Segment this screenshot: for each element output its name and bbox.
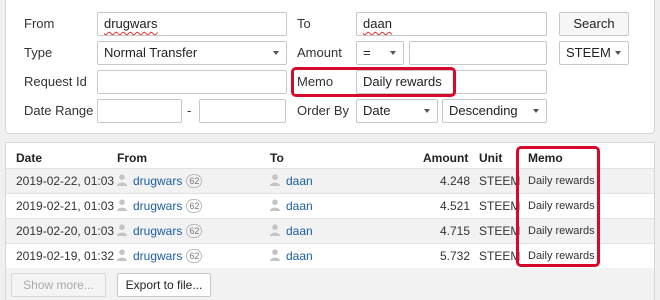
order-direction-select-value: Descending: [449, 103, 518, 118]
order-by-select[interactable]: Date: [356, 99, 438, 123]
date-cell: 2019-02-20, 01:03: [16, 224, 115, 238]
user-icon: [117, 249, 127, 261]
request-id-label: Request Id: [24, 74, 87, 89]
table-row: 2019-02-21, 01:03 drugwars 62 daan 4.521 …: [6, 193, 654, 218]
header-amount: Amount: [423, 151, 469, 165]
type-select[interactable]: Normal Transfer: [97, 41, 287, 65]
table-footer: Show more... Export to file...: [6, 268, 654, 300]
header-to: To: [270, 151, 284, 165]
type-label: Type: [24, 45, 53, 60]
from-cell: drugwars 62: [117, 223, 203, 239]
date-cell: 2019-02-19, 01:32: [16, 249, 115, 263]
user-icon: [270, 199, 280, 211]
date-range-separator: -: [187, 103, 192, 118]
amount-cell: 4.248: [439, 174, 470, 188]
to-user-link[interactable]: daan: [286, 199, 313, 213]
amount-cell: 4.715: [439, 224, 470, 238]
to-cell: daan: [270, 223, 313, 239]
table-row: 2019-02-22, 01:03 drugwars 62 daan 4.248 …: [6, 168, 654, 193]
to-cell: daan: [270, 248, 313, 264]
from-input[interactable]: drugwars: [97, 12, 287, 36]
user-icon: [117, 224, 127, 236]
user-icon: [270, 249, 280, 261]
user-icon: [117, 199, 127, 211]
filter-panel: From drugwars To daan Search Type Normal…: [5, 0, 655, 134]
amount-operator-select[interactable]: =: [356, 41, 404, 65]
amount-input[interactable]: [409, 41, 547, 65]
show-more-button[interactable]: Show more...: [11, 273, 106, 297]
type-select-value: Normal Transfer: [104, 45, 198, 60]
amount-label: Amount: [297, 45, 342, 60]
memo-cell: Daily rewards: [528, 225, 595, 237]
from-user-link[interactable]: drugwars: [133, 224, 182, 238]
unit-cell: STEEM: [479, 199, 521, 213]
reputation-badge: 62: [186, 249, 203, 263]
header-memo: Memo: [528, 151, 563, 165]
date-range-label: Date Range: [24, 103, 94, 118]
currency-select-value: STEEM: [566, 45, 611, 60]
to-input[interactable]: daan: [356, 12, 547, 36]
user-icon: [270, 224, 280, 236]
results-table: Date From To Amount Unit Memo 2019-02-22…: [5, 142, 655, 300]
unit-cell: STEEM: [479, 249, 521, 263]
from-cell: drugwars 62: [117, 198, 203, 214]
order-direction-select[interactable]: Descending: [442, 99, 547, 123]
date-cell: 2019-02-22, 01:03: [16, 174, 115, 188]
order-by-label: Order By: [297, 103, 350, 118]
to-cell: daan: [270, 198, 313, 214]
header-unit: Unit: [479, 151, 503, 165]
from-user-link[interactable]: drugwars: [133, 199, 182, 213]
from-cell: drugwars 62: [117, 248, 203, 264]
header-date: Date: [16, 151, 43, 165]
header-from: From: [117, 151, 147, 165]
reputation-badge: 62: [186, 199, 203, 213]
to-user-link[interactable]: daan: [286, 224, 313, 238]
chevron-down-icon: [533, 109, 539, 113]
memo-label: Memo: [297, 74, 334, 89]
date-cell: 2019-02-21, 01:03: [16, 199, 115, 213]
amount-operator-value: =: [363, 45, 371, 60]
date-to-input[interactable]: [199, 99, 286, 123]
search-button[interactable]: Search: [559, 12, 629, 36]
date-from-input[interactable]: [97, 99, 182, 123]
table-row: 2019-02-20, 01:03 drugwars 62 daan 4.715 …: [6, 218, 654, 243]
memo-cell: Daily rewards: [528, 175, 595, 187]
from-user-link[interactable]: drugwars: [133, 174, 182, 188]
order-by-select-value: Date: [363, 103, 391, 118]
chevron-down-icon: [273, 51, 279, 55]
memo-cell: Daily rewards: [528, 200, 595, 212]
chevron-down-icon: [390, 51, 396, 55]
chevron-down-icon: [615, 51, 621, 55]
amount-cell: 5.732: [439, 249, 470, 263]
user-icon: [117, 174, 127, 186]
request-id-input[interactable]: [97, 70, 287, 94]
amount-cell: 4.521: [439, 199, 470, 213]
to-cell: daan: [270, 173, 313, 189]
currency-select[interactable]: STEEM: [559, 41, 629, 65]
table-row: 2019-02-19, 01:32 drugwars 62 daan 5.732 …: [6, 243, 654, 268]
memo-cell: Daily rewards: [528, 250, 595, 262]
from-cell: drugwars 62: [117, 173, 203, 189]
from-label: From: [24, 16, 55, 31]
user-icon: [270, 174, 280, 186]
to-label: To: [297, 16, 311, 31]
from-user-link[interactable]: drugwars: [133, 249, 182, 263]
reputation-badge: 62: [186, 224, 203, 238]
reputation-badge: 62: [186, 174, 203, 188]
unit-cell: STEEM: [479, 174, 521, 188]
to-user-link[interactable]: daan: [286, 249, 313, 263]
unit-cell: STEEM: [479, 224, 521, 238]
memo-input[interactable]: Daily rewards: [356, 70, 547, 94]
export-button[interactable]: Export to file...: [117, 273, 211, 297]
to-user-link[interactable]: daan: [286, 174, 313, 188]
chevron-down-icon: [424, 109, 430, 113]
